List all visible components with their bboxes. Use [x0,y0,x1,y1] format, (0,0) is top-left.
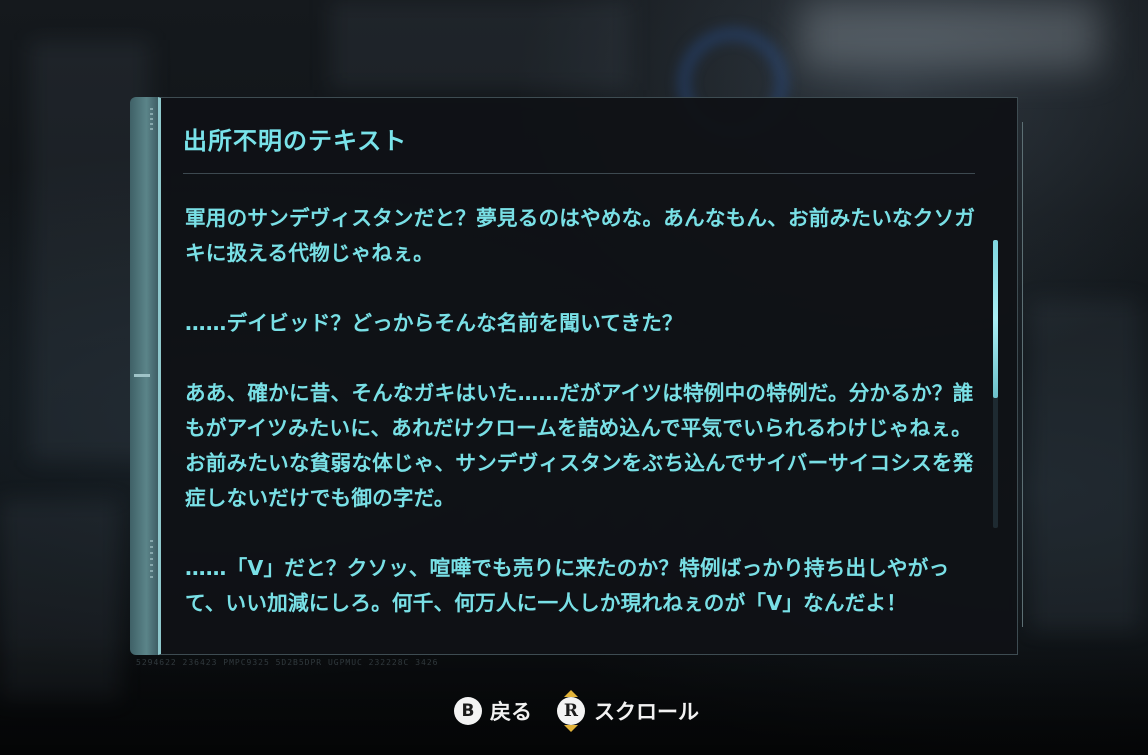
panel-edge-ticks [150,540,153,580]
scrollbar-thumb[interactable] [993,240,998,398]
title-divider [183,173,975,174]
text-paragraph: ……デイビッド？どっからそんな名前を聞いてきた？ [185,311,683,335]
panel-title: 出所不明のテキスト [183,127,408,155]
game-scene: 出所不明のテキスト 軍用のサンデヴィスタンだと？夢見るのはやめな。あんなもん、お… [0,0,1148,755]
panel-edge-ticks [150,108,153,130]
back-button[interactable]: B 戻る [454,696,532,726]
background-shelf [330,0,630,90]
panel-right-trim [1016,122,1023,627]
r-stick-letter: R [557,697,585,725]
shard-text-body[interactable]: 軍用のサンデヴィスタンだと？夢見るのはやめな。あんなもん、お前みたいなクソガキに… [185,201,980,615]
text-paragraph: ……「V」だと？クソッ、喧嘩でも売りに来たのか？特例ばっかり持ち出しやがって、い… [185,556,950,615]
scroll-button[interactable]: R スクロール [556,690,699,732]
r-stick-icon: R [556,690,586,732]
text-paragraph: ああ、確かに昔、そんなガキはいた……だがアイツは特例中の特例だ。分かるか？誰もが… [185,381,974,510]
background-sign-light [800,0,1100,70]
panel-serial-text: 5294622 236423 PMPC9325 5D2B5DPR UGPMUC … [136,658,439,667]
button-prompts: B 戻る R スクロール [454,690,699,732]
text-paragraph: 軍用のサンデヴィスタンだと？夢見るのはやめな。あんなもん、お前みたいなクソガキに… [185,206,976,265]
arrow-down-icon [564,725,578,732]
scroll-label: スクロール [594,700,699,724]
scrollbar[interactable] [993,240,998,528]
background-cabinet [1030,300,1140,630]
panel-edge-notch [134,374,150,377]
back-label: 戻る [490,700,532,724]
arrow-up-icon [564,690,578,697]
b-button-icon: B [454,697,482,725]
